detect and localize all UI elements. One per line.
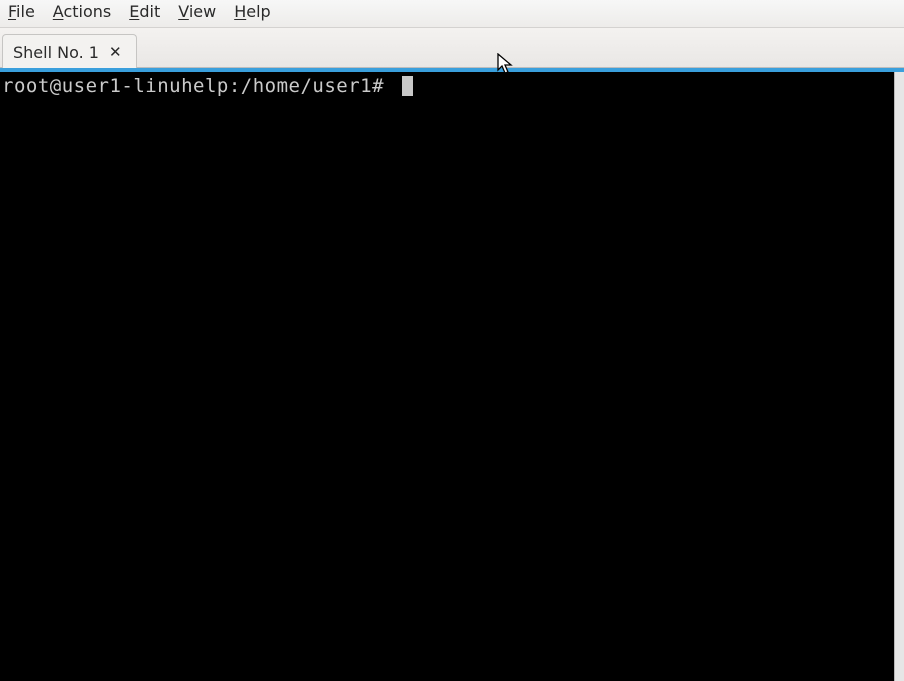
prompt-line: root@user1-linuhelp:/home/user1# — [2, 75, 902, 97]
scrollbar[interactable] — [894, 72, 904, 681]
menu-actions-rest: ctions — [63, 2, 111, 21]
menu-view-rest: iew — [189, 2, 216, 21]
tab-label: Shell No. 1 — [13, 43, 99, 62]
menu-actions[interactable]: Actions — [53, 2, 111, 21]
menu-edit[interactable]: Edit — [129, 2, 160, 21]
menu-help-rest: elp — [246, 2, 270, 21]
tab-shell-1[interactable]: Shell No. 1 ✕ — [2, 34, 137, 68]
menu-view[interactable]: View — [178, 2, 216, 21]
menubar: File Actions Edit View Help — [0, 0, 904, 28]
terminal-cursor — [402, 76, 413, 96]
menu-help[interactable]: Help — [234, 2, 270, 21]
prompt-text: root@user1-linuhelp:/home/user1# — [2, 75, 396, 97]
terminal[interactable]: root@user1-linuhelp:/home/user1# — [0, 72, 904, 681]
tab-bar: Shell No. 1 ✕ — [0, 28, 904, 68]
menu-file[interactable]: File — [8, 2, 35, 21]
menu-file-rest: ile — [16, 2, 35, 21]
close-icon[interactable]: ✕ — [109, 45, 122, 60]
menu-edit-rest: dit — [139, 2, 160, 21]
